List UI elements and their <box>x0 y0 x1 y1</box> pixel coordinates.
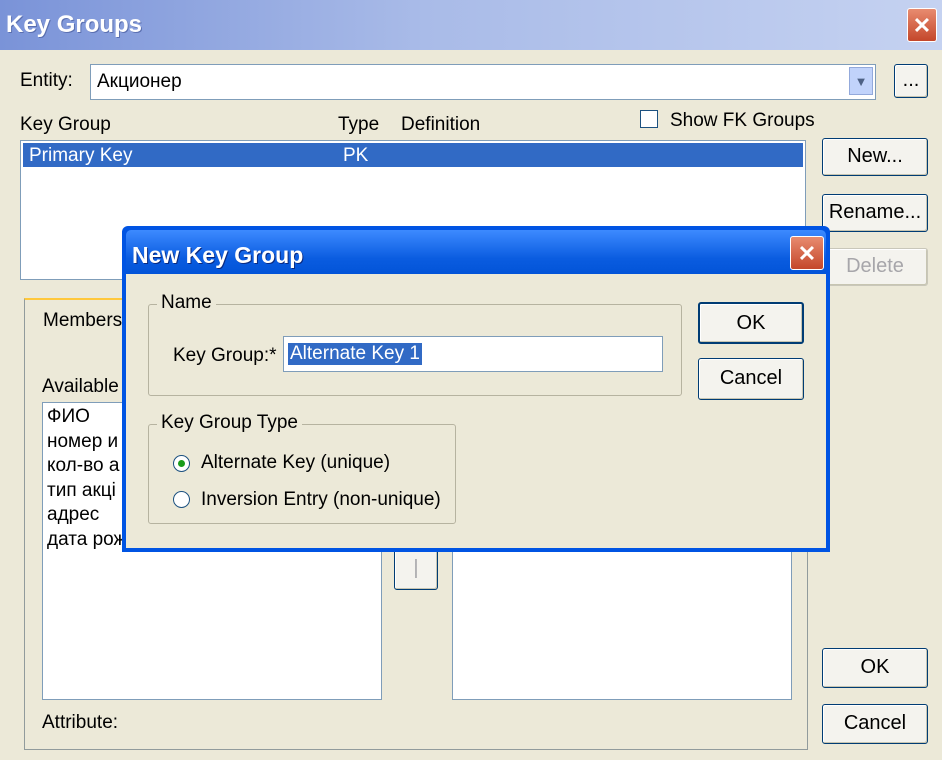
type-group-legend: Key Group Type <box>157 412 302 434</box>
key-group-input[interactable]: Alternate Key 1 <box>283 336 663 372</box>
list-item[interactable]: кол-во а <box>47 454 126 479</box>
available-label: Available <box>42 376 119 397</box>
list-item[interactable]: адрес <box>47 503 126 528</box>
close-icon[interactable]: ✕ <box>907 8 937 42</box>
key-group-value: Alternate Key 1 <box>288 343 422 365</box>
row-key-group: Primary Key <box>29 145 133 166</box>
list-item[interactable]: тип акці <box>47 479 126 504</box>
list-item[interactable]: номер и <box>47 430 126 455</box>
tab-members[interactable]: Members <box>24 298 134 338</box>
entity-value: Акционер <box>97 71 182 92</box>
ok-button[interactable]: OK <box>822 648 928 688</box>
list-item[interactable]: ФИО <box>47 405 126 430</box>
window-titlebar: Key Groups ✕ <box>0 0 942 50</box>
table-row[interactable]: Primary Key PK <box>23 143 803 167</box>
name-groupbox: Name Key Group:* Alternate Key 1 <box>148 292 682 396</box>
inversion-entry-label[interactable]: Inversion Entry (non-unique) <box>201 489 441 511</box>
members-list[interactable] <box>452 548 792 700</box>
rename-button[interactable]: Rename... <box>822 194 928 232</box>
column-key-group[interactable]: Key Group <box>20 114 111 136</box>
name-group-legend: Name <box>157 292 216 314</box>
entity-combo[interactable]: Акционер ▼ <box>90 64 876 100</box>
entity-label: Entity: <box>20 70 73 91</box>
dialog-title: New Key Group <box>132 242 304 268</box>
delete-button[interactable]: Delete <box>822 248 928 286</box>
attribute-label: Attribute: <box>42 712 119 733</box>
radio-inversion-entry[interactable] <box>173 491 190 508</box>
column-type[interactable]: Type <box>338 114 379 136</box>
show-fk-label: Show FK Groups <box>670 110 815 131</box>
new-button[interactable]: New... <box>822 138 928 176</box>
dialog-titlebar: New Key Group ✕ <box>126 230 826 278</box>
dialog-cancel-button[interactable]: Cancel <box>698 358 804 400</box>
key-group-label: Key Group:* <box>173 345 277 366</box>
dialog-client: Name Key Group:* Alternate Key 1 Key Gro… <box>126 274 826 548</box>
dialog-ok-button[interactable]: OK <box>698 302 804 344</box>
radio-alternate-key[interactable] <box>173 455 190 472</box>
row-type: PK <box>343 145 369 166</box>
browse-button[interactable]: ... <box>894 64 928 98</box>
type-groupbox: Key Group Type Alternate Key (unique) In… <box>148 412 456 524</box>
tab-members-label: Members <box>43 310 123 331</box>
move-button[interactable]: | <box>394 548 438 590</box>
new-key-group-dialog: New Key Group ✕ Name Key Group:* Alterna… <box>122 226 830 552</box>
alternate-key-label[interactable]: Alternate Key (unique) <box>201 452 390 474</box>
list-item[interactable]: дата рож <box>47 528 126 553</box>
cancel-button[interactable]: Cancel <box>822 704 928 744</box>
show-fk-checkbox[interactable] <box>640 110 658 128</box>
close-icon[interactable]: ✕ <box>790 236 824 270</box>
available-items: ФИО номер и кол-во а тип акці адрес дата… <box>47 405 126 552</box>
column-definition[interactable]: Definition <box>401 114 480 136</box>
chevron-down-icon[interactable]: ▼ <box>849 67 873 95</box>
window-title: Key Groups <box>6 11 143 38</box>
